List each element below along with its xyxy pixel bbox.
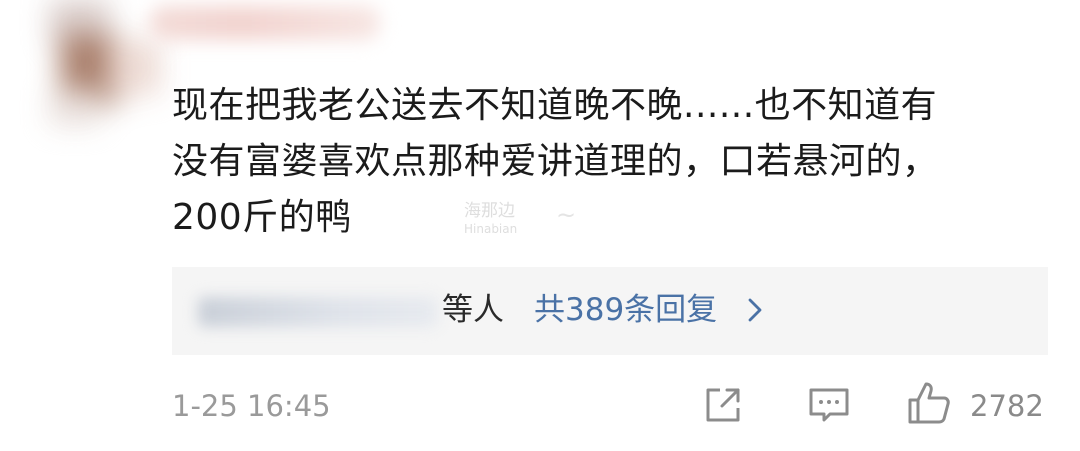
comment-icon[interactable]	[806, 382, 852, 428]
comment-text: 现在把我老公送去不知道晚不晚......也不知道有 没有富婆喜欢点那种爱讲道理的…	[172, 78, 1042, 246]
comment-line: 没有富婆喜欢点那种爱讲道理的，口若悬河的，	[172, 141, 939, 182]
like-count: 2782	[970, 389, 1044, 423]
chevron-right-icon	[748, 298, 762, 322]
reply-suffix: 等人	[442, 292, 504, 328]
comment-line: 现在把我老公送去不知道晚不晚......也不知道有	[172, 85, 938, 126]
thumbs-up-icon[interactable]	[906, 380, 952, 426]
comment-line: 200斤的鸭	[172, 197, 352, 238]
reply-summary[interactable]: 等人 共389条回复	[172, 267, 1048, 355]
watermark-subtitle: Hinabian	[464, 222, 518, 236]
username-blurred[interactable]	[150, 6, 380, 40]
timestamp: 1-25 16:45	[172, 389, 331, 423]
watermark-logo-icon: ~	[556, 201, 577, 229]
reply-count-link[interactable]: 共389条回复	[534, 290, 717, 330]
watermark-title: 海那边	[464, 201, 515, 221]
watermark: 海那边 Hinabian ~	[464, 201, 576, 238]
reply-usernames-blurred	[198, 297, 438, 327]
share-icon[interactable]	[700, 382, 746, 428]
